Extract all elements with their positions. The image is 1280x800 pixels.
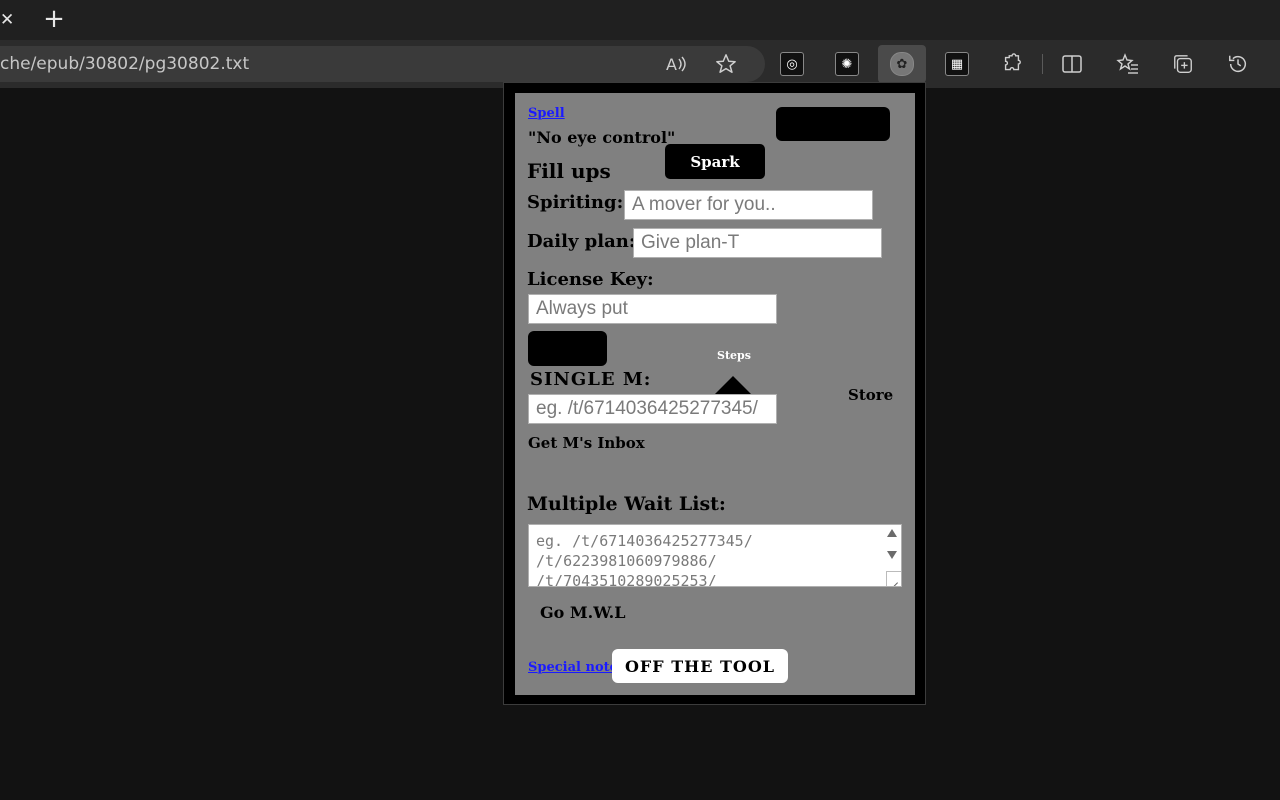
split-screen-icon[interactable] (1057, 49, 1087, 79)
single-m-label: SINGLE M: (530, 369, 652, 390)
quote-text: "No eye control" (528, 128, 676, 147)
url-text[interactable]: che/epub/30802/pg30802.txt (0, 54, 249, 74)
multiple-wait-list-label: Multiple Wait List: (527, 493, 726, 515)
collections-icon[interactable] (1168, 49, 1198, 79)
store-button[interactable]: Store (848, 386, 893, 404)
svg-text:A: A (666, 55, 677, 74)
popup-panel: Spell "No eye control" Fill ups Spark Sp… (515, 93, 915, 695)
license-key-label: License Key: (527, 269, 654, 290)
favorite-star-icon[interactable] (711, 49, 741, 79)
toolbar-separator (1042, 54, 1043, 74)
spiriting-label: Spiriting: (527, 192, 624, 213)
license-submit-button[interactable] (528, 331, 607, 366)
single-m-input[interactable]: eg. /t/6714036425277345/ (528, 394, 777, 424)
close-tab-icon[interactable]: ✕ (0, 9, 16, 31)
resize-handle-icon[interactable] (886, 571, 901, 586)
extension-active-icon[interactable]: ✿ (878, 45, 926, 83)
read-aloud-icon[interactable]: A (661, 49, 691, 79)
extension-2-icon[interactable]: ✺ (832, 49, 862, 79)
textarea-line: /t/7043510289025253/ (536, 572, 717, 587)
steps-arrow-icon (715, 376, 751, 394)
fill-ups-heading: Fill ups (527, 159, 611, 183)
favorites-icon[interactable] (1113, 49, 1143, 79)
scroll-down-icon[interactable] (887, 551, 897, 559)
daily-plan-label: Daily plan: (527, 231, 636, 252)
go-mwl-button[interactable]: Go M.W.L (540, 603, 625, 622)
new-tab-button[interactable]: + (40, 6, 68, 34)
textarea-line: /t/6223981060979886/ (536, 552, 717, 570)
extension-popup: Spell "No eye control" Fill ups Spark Sp… (503, 82, 926, 705)
extension-1-icon[interactable]: ◎ (777, 49, 807, 79)
spell-link[interactable]: Spell (528, 106, 565, 121)
tab-strip: ✕ + (0, 0, 1280, 40)
history-icon[interactable] (1223, 49, 1253, 79)
special-notes-link[interactable]: Special notes (528, 660, 625, 675)
extension-4-icon[interactable]: ▦ (942, 49, 972, 79)
textarea-line: eg. /t/6714036425277345/ (536, 532, 753, 550)
address-bar[interactable]: che/epub/30802/pg30802.txt (0, 46, 765, 82)
daily-plan-input[interactable]: Give plan-T (633, 228, 882, 258)
get-inbox-button[interactable]: Get M's Inbox (528, 434, 645, 452)
spiriting-input[interactable]: A mover for you.. (624, 190, 873, 220)
top-black-button[interactable] (776, 107, 890, 141)
license-key-input[interactable]: Always put (528, 294, 777, 324)
multiple-wait-list-textarea[interactable]: eg. /t/6714036425277345/ /t/622398106097… (528, 524, 902, 587)
spark-button[interactable]: Spark (665, 144, 765, 179)
extensions-puzzle-icon[interactable] (997, 49, 1027, 79)
scroll-up-icon[interactable] (887, 529, 897, 537)
steps-label[interactable]: Steps (717, 349, 751, 362)
off-the-tool-button[interactable]: OFF THE TOOL (612, 649, 788, 683)
